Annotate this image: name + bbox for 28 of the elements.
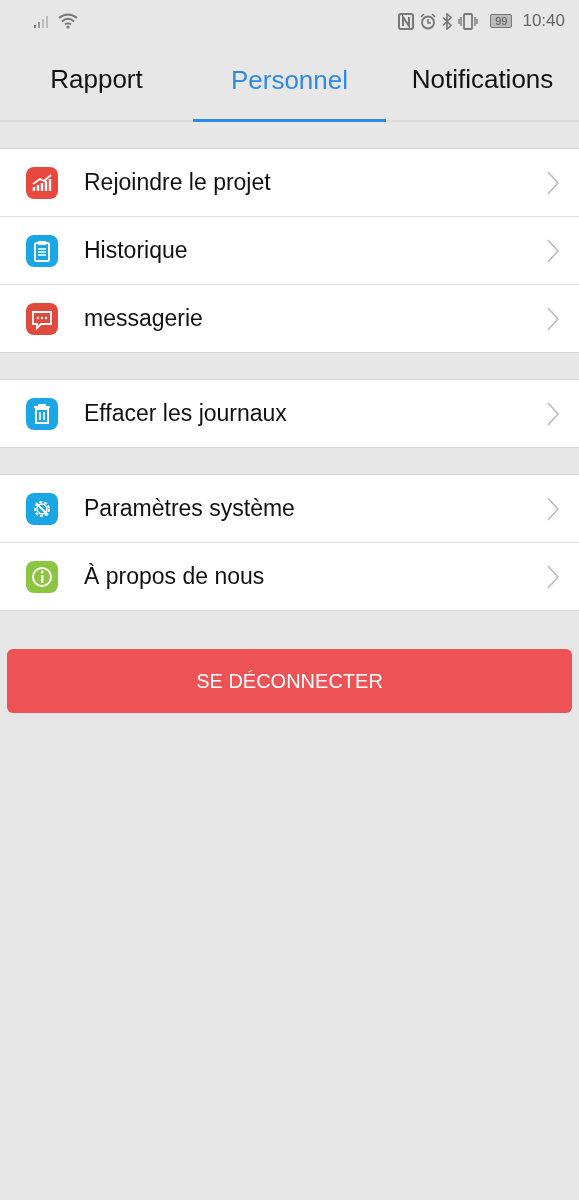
chevron-icon: [547, 496, 559, 521]
chevron-icon: [547, 306, 559, 331]
chevron-icon: [547, 564, 559, 589]
menu-item[interactable]: Rejoindre le projet: [0, 149, 579, 217]
alarm-icon: [420, 12, 437, 30]
menu-item-label: messagerie: [84, 305, 204, 332]
nfc-icon: [398, 12, 415, 30]
menu-item[interactable]: Paramètres système: [0, 475, 579, 543]
tab[interactable]: Notifications: [386, 42, 579, 120]
menu-item-label: À propos de nous: [84, 563, 266, 590]
bluetooth-icon: [442, 12, 453, 30]
chevron-icon: [547, 238, 559, 263]
status-time: 10:40: [522, 11, 565, 31]
battery-indicator: 99: [490, 14, 513, 28]
menu-item-label: Effacer les journaux: [84, 400, 288, 427]
chevron-icon: [547, 170, 559, 195]
menu-item[interactable]: Historique: [0, 217, 579, 285]
vibrate-icon: [458, 12, 479, 30]
menu-item-label: Historique: [84, 237, 189, 264]
menu-item[interactable]: À propos de nous: [0, 543, 579, 610]
menu-item[interactable]: Effacer les journaux: [0, 380, 579, 447]
tab[interactable]: Rapport: [0, 42, 193, 120]
menu-item-label: Paramètres système: [84, 495, 296, 522]
logout-button[interactable]: SE DÉCONNECTER: [7, 649, 572, 713]
menu-item[interactable]: messagerie: [0, 285, 579, 352]
chevron-icon: [547, 401, 559, 426]
menu-item-label: Rejoindre le projet: [84, 169, 272, 196]
wifi-icon: [58, 13, 78, 29]
